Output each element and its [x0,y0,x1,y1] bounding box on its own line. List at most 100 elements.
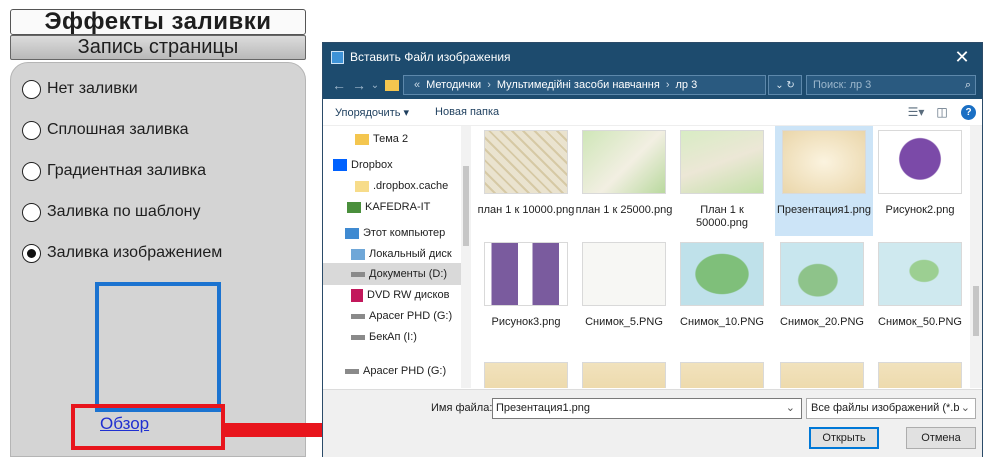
nav-item-apacer-g[interactable]: Apacer PHD (G:) [323,305,463,327]
breadcrumb-item[interactable]: Мультимедійні засоби навчання [497,79,660,91]
scroll-thumb[interactable] [973,286,979,336]
radio-no-fill[interactable]: Нет заливки [22,78,138,100]
file-item[interactable]: план 1 к 25000.png [575,126,673,236]
file-item[interactable]: Снимок_5.PNG [575,238,673,348]
radio-button[interactable] [22,161,41,181]
nav-label: KAFEDRA-IT [365,201,431,213]
file-item[interactable] [871,358,969,388]
image-thumbnail [484,130,568,194]
dialog-body: Тема 2 Dropbox .dropbox.cache KAFEDRA-IT… [323,126,982,388]
panel-title: Эффекты заливки [10,9,306,35]
nav-label: Тема 2 [373,133,409,145]
search-icon[interactable]: ⌕ [965,79,971,92]
chevron-down-icon[interactable]: ⌄ [958,399,970,418]
dropbox-icon [333,159,347,171]
nav-label: Локальный диск [369,248,452,260]
nav-label: .dropbox.cache [373,180,449,192]
file-item[interactable] [575,358,673,388]
image-thumbnail [582,242,666,306]
drive-icon [345,368,359,374]
file-name: Снимок_50.PNG [878,316,962,328]
chevron-right-icon: « [414,79,421,91]
computer-icon [345,227,359,239]
organize-button[interactable]: Упорядочить ▾ [335,106,409,119]
radio-image-fill[interactable]: Заливка изображением [22,242,222,264]
radio-button[interactable] [22,202,41,222]
radio-gradient-fill[interactable]: Градиентная заливка [22,160,206,182]
radio-label: Нет заливки [47,80,138,97]
nav-item-backup-i[interactable]: БекАп (I:) [323,326,463,348]
open-button[interactable]: Открыть [809,427,879,449]
file-item[interactable] [477,358,575,388]
file-type-select[interactable]: Все файлы изображений (*.bm ⌄ [806,398,976,419]
nav-item-dropbox[interactable]: Dropbox [323,154,463,176]
file-list-scrollbar[interactable] [970,126,982,388]
nav-item-local-disk[interactable]: Локальный диск [323,243,463,265]
help-icon[interactable]: ? [961,104,976,120]
folder-icon [385,79,399,91]
search-input[interactable]: Поиск: лр 3 ⌕ [806,75,976,95]
file-item[interactable] [773,358,871,388]
scroll-thumb[interactable] [463,166,469,246]
radio-label: Заливка по шаблону [47,203,201,220]
nav-label: DVD RW дисков [367,289,450,301]
radio-button[interactable] [22,120,41,140]
preview-pane-icon[interactable]: ◫ [933,105,951,119]
file-item-selected[interactable]: Презентация1.png [775,126,873,236]
radio-button-checked[interactable] [22,243,41,263]
chevron-right-icon: › [487,79,491,91]
image-thumbnail [878,242,962,306]
image-thumbnail [582,130,666,194]
file-item[interactable]: Снимок_50.PNG [871,238,969,348]
file-item[interactable]: Рисунок2.png [871,126,969,236]
file-item[interactable]: Снимок_20.PNG [773,238,871,348]
chevron-down-icon[interactable]: ⌄ [369,80,381,91]
file-item[interactable]: Снимок_10.PNG [673,238,771,348]
radio-button[interactable] [22,79,41,99]
breadcrumb-item[interactable]: Методички [426,79,481,91]
file-type-value: Все файлы изображений (*.bm [811,402,969,414]
nav-item-this-pc[interactable]: Этот компьютер [323,222,463,244]
nav-item-kafedra[interactable]: KAFEDRA-IT [323,196,463,218]
back-arrow-icon[interactable]: ← [329,77,349,93]
close-icon[interactable]: ✕ [942,47,982,68]
nav-item-dropbox-cache[interactable]: .dropbox.cache [323,175,463,197]
nav-label: Этот компьютер [363,227,446,239]
tab-page-record[interactable]: Запись страницы [10,35,306,60]
nav-item-dvd[interactable]: DVD RW дисков [323,284,463,306]
dialog-titlebar: Вставить Файл изображения ✕ [323,43,982,71]
image-thumbnail [780,242,864,306]
view-mode-icon[interactable]: ☰▾ [907,105,925,119]
radio-dot [27,248,36,258]
image-thumbnail [782,130,866,194]
navigation-pane: Тема 2 Dropbox .dropbox.cache KAFEDRA-IT… [323,126,471,388]
nav-scrollbar[interactable] [461,126,471,388]
radio-label: Градиентная заливка [47,162,206,179]
radio-pattern-fill[interactable]: Заливка по шаблону [22,201,200,223]
radio-label: Сплошная заливка [47,121,189,138]
image-thumbnail [780,362,864,388]
file-name-label: Имя файла: [431,402,493,414]
breadcrumb-item[interactable]: лр 3 [676,79,698,91]
file-item[interactable]: Рисунок3.png [477,238,575,348]
highlight-frame [71,404,225,450]
forward-arrow-icon[interactable]: → [349,77,369,93]
nav-label: Apacer PHD (G:) [363,365,447,377]
radio-solid-fill[interactable]: Сплошная заливка [22,119,189,141]
breadcrumb[interactable]: « Методички › Мультимедійні засоби навча… [403,75,766,95]
chevron-down-icon[interactable]: ⌄ [786,399,795,418]
file-name-field[interactable]: Презентация1.png ⌄ [492,398,802,419]
radio-label: Заливка изображением [47,244,223,261]
image-thumbnail [680,362,764,388]
nav-item-apacer-g-2[interactable]: Apacer PHD (G:) [323,360,463,382]
refresh-icon[interactable]: ⌄ ↻ [768,75,802,95]
new-folder-button[interactable]: Новая папка [435,106,499,118]
cancel-button[interactable]: Отмена [906,427,976,449]
nav-item-documents-d[interactable]: Документы (D:) [323,263,463,285]
nav-item-tema2[interactable]: Тема 2 [323,128,463,150]
search-placeholder: Поиск: лр 3 [813,79,872,91]
disk-icon [351,248,365,260]
file-item[interactable]: План 1 к 50000.png [673,126,771,236]
file-item[interactable] [673,358,771,388]
file-item[interactable]: план 1 к 10000.png [477,126,575,236]
